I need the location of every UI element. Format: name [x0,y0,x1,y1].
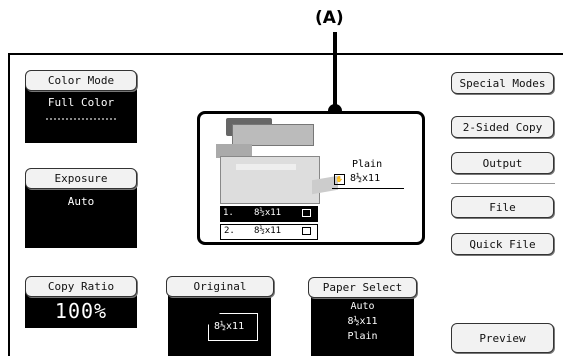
quick-file-button[interactable]: Quick File [451,233,554,255]
tray-1-paper-icon [302,209,311,217]
tray-2-row[interactable]: 2. 8½x11 [220,224,318,240]
tray-1-row[interactable]: 1. 8½x11 [220,206,318,222]
output-button[interactable]: Output [451,152,554,174]
tray-1-size: 8½x11 [254,208,282,218]
paper-select-button[interactable]: Paper Select [308,277,417,298]
tray-2-number: 2. [224,226,235,236]
special-modes-button[interactable]: Special Modes [451,72,554,94]
color-mode-indicator [46,118,116,120]
paper-select-line-2: 8½x11 [347,316,378,327]
preview-button[interactable]: Preview [451,323,554,353]
machine-status-area: Plain ✋ 8½x11 1. 8½x11 2. 8½x11 [197,111,425,245]
copy-ratio-button[interactable]: Copy Ratio [25,276,137,297]
tray-2-size: 8½x11 [254,226,282,236]
bypass-paper-type: Plain [352,159,383,170]
two-sided-copy-button[interactable]: 2-Sided Copy [451,116,554,138]
exposure-button[interactable]: Exposure [25,168,137,189]
paper-select-line-3: Plain [347,331,378,342]
bypass-underline [332,188,404,189]
copy-ratio-value: 100% [54,299,108,323]
right-menu-divider [451,183,555,184]
original-size: 8½x11 [214,321,245,332]
color-mode-value: Full Color [47,96,115,109]
tray-2-paper-icon [302,227,311,235]
bypass-tray-icon: ✋ [334,174,345,185]
file-button[interactable]: File [451,196,554,218]
color-mode-button[interactable]: Color Mode [25,70,137,91]
bypass-paper-size: 8½x11 [350,173,381,184]
exposure-value: Auto [67,195,95,208]
tray-1-number: 1. [223,208,234,218]
paper-select-display: Auto 8½x11 Plain [311,289,414,356]
callout-label: (A) [315,8,344,28]
paper-select-line-1: Auto [350,301,375,312]
original-button[interactable]: Original [166,276,274,297]
